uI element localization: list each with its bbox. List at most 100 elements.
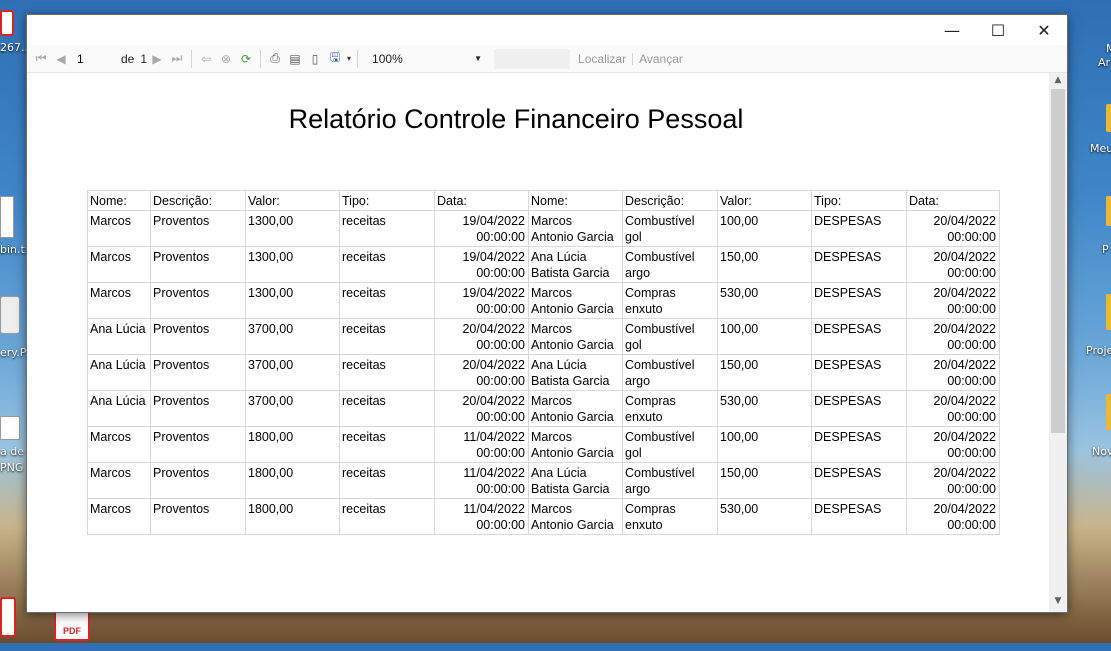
- cell-text: receitas: [342, 286, 386, 300]
- table-cell: 3700,00: [245, 354, 340, 391]
- toolbar-separator: [260, 49, 262, 68]
- find-next-link[interactable]: Avançar: [639, 52, 683, 66]
- cell-text: 150,00: [720, 466, 759, 480]
- table-cell: 3700,00: [245, 390, 340, 427]
- cell-text: 20/04/2022: [933, 286, 996, 300]
- scroll-up-icon[interactable]: ▲: [1049, 75, 1067, 89]
- print-icon[interactable]: ⎙: [265, 49, 285, 69]
- stop-icon[interactable]: ⊗: [216, 49, 236, 69]
- folder-icon[interactable]: [1106, 294, 1111, 330]
- scroll-down-icon[interactable]: ▼: [1049, 596, 1067, 610]
- table-row: Marcos Proventos 1800,00 receitas 11/04/2022…: [87, 498, 1000, 535]
- cell-text: Marcos: [531, 430, 572, 444]
- cell-text: 1800,00: [248, 466, 294, 480]
- close-button[interactable]: ✕: [1021, 15, 1067, 45]
- folder-icon[interactable]: [1106, 196, 1111, 226]
- table-cell: receitas: [339, 246, 435, 283]
- table-row: Ana Lúcia Proventos 3700,00 receitas 20/04/2…: [87, 390, 1000, 427]
- previous-page-icon[interactable]: ◀: [51, 49, 71, 69]
- print-layout-icon[interactable]: ▤: [285, 49, 305, 69]
- page-setup-icon[interactable]: ▯: [305, 49, 325, 69]
- table-cell: 20/04/2022 00:00:00: [906, 462, 1000, 499]
- cell-text: 1300,00: [248, 286, 294, 300]
- text-file-icon[interactable]: [0, 196, 14, 238]
- find-text-input[interactable]: [494, 48, 571, 69]
- cell-text: 20/04/2022: [933, 466, 996, 480]
- column-header: Descrição:: [150, 190, 246, 211]
- table-cell: 530,00: [717, 498, 812, 535]
- cell-text: 00:00:00: [947, 266, 996, 280]
- table-cell: DESPESAS: [811, 246, 907, 283]
- cell-text: DESPESAS: [814, 250, 882, 264]
- desktop-label: Ar: [1098, 56, 1111, 69]
- document-icon[interactable]: [0, 296, 20, 334]
- cell-text: Combustível: [625, 430, 695, 444]
- table-cell: 19/04/2022 00:00:00: [434, 210, 529, 247]
- cell-text: 00:00:00: [476, 518, 525, 532]
- cell-text: Batista Garcia: [531, 266, 610, 280]
- export-dropdown-icon[interactable]: ▾: [345, 49, 353, 69]
- cell-text: 100,00: [720, 214, 759, 228]
- refresh-icon[interactable]: ⟳: [236, 49, 256, 69]
- pdf-file-icon[interactable]: [0, 10, 14, 36]
- table-cell: Ana Lúcia: [87, 318, 151, 355]
- table-cell: Compras enxuto: [622, 390, 718, 427]
- table-cell: 100,00: [717, 210, 812, 247]
- folder-icon[interactable]: [1106, 394, 1111, 430]
- image-file-icon[interactable]: [0, 416, 20, 440]
- table-cell: DESPESAS: [811, 318, 907, 355]
- cell-text: Marcos: [531, 322, 572, 336]
- scroll-thumb[interactable]: [1051, 89, 1065, 433]
- cell-text: DESPESAS: [814, 430, 882, 444]
- cell-text: Batista Garcia: [531, 482, 610, 496]
- pdf-file-icon[interactable]: [0, 597, 16, 637]
- table-cell: receitas: [339, 354, 435, 391]
- cell-text: DESPESAS: [814, 466, 882, 480]
- table-cell: 150,00: [717, 462, 812, 499]
- table-cell: DESPESAS: [811, 462, 907, 499]
- zoom-select[interactable]: 100% ▼: [368, 50, 486, 68]
- desktop-label: Meu: [1090, 142, 1111, 155]
- find-link[interactable]: Localizar: [578, 52, 626, 66]
- table-cell: 20/04/2022 00:00:00: [906, 246, 1000, 283]
- cell-text: enxuto: [625, 410, 663, 424]
- maximize-button[interactable]: ☐: [975, 15, 1021, 45]
- back-icon[interactable]: ⇦: [196, 49, 216, 69]
- table-row: Ana Lúcia Proventos 3700,00 receitas 20/04/2…: [87, 318, 1000, 355]
- table-cell: 1800,00: [245, 498, 340, 535]
- pdf-file-icon[interactable]: PDF: [54, 609, 90, 641]
- table-cell: 20/04/2022 00:00:00: [906, 390, 1000, 427]
- cell-text: DESPESAS: [814, 214, 882, 228]
- table-cell: receitas: [339, 210, 435, 247]
- title-bar[interactable]: — ☐ ✕: [27, 15, 1067, 45]
- report-title: Relatório Controle Financeiro Pessoal: [288, 104, 744, 134]
- cell-text: 19/04/2022: [462, 286, 525, 300]
- table-cell: 20/04/2022 00:00:00: [434, 354, 529, 391]
- last-page-icon[interactable]: ⏭: [167, 49, 187, 69]
- cell-text: 3700,00: [248, 358, 294, 372]
- table-cell: 100,00: [717, 318, 812, 355]
- page-number-input[interactable]: [75, 49, 113, 68]
- vertical-scrollbar[interactable]: ▲ ▼: [1049, 73, 1067, 612]
- next-page-icon[interactable]: ▶: [147, 49, 167, 69]
- cell-text: 150,00: [720, 250, 759, 264]
- table-cell: DESPESAS: [811, 282, 907, 319]
- table-cell: DESPESAS: [811, 210, 907, 247]
- cell-text: 00:00:00: [476, 482, 525, 496]
- export-icon[interactable]: 🖫: [325, 49, 345, 69]
- cell-text: 00:00:00: [476, 374, 525, 388]
- cell-text: Marcos: [531, 286, 572, 300]
- cell-text: receitas: [342, 466, 386, 480]
- desktop-label: M: [1106, 42, 1111, 55]
- first-page-icon[interactable]: ⏮: [31, 49, 51, 69]
- table-cell: Combustível argo: [622, 462, 718, 499]
- table-row: Marcos Proventos 1300,00 receitas 19/04/2022…: [87, 246, 1000, 283]
- minimize-button[interactable]: —: [929, 15, 975, 45]
- cell-text: receitas: [342, 394, 386, 408]
- cell-text: Marcos: [531, 502, 572, 516]
- table-cell: Proventos: [150, 354, 246, 391]
- cell-text: 19/04/2022: [462, 250, 525, 264]
- folder-icon[interactable]: [1106, 104, 1111, 132]
- cell-text: receitas: [342, 250, 386, 264]
- cell-text: 100,00: [720, 430, 759, 444]
